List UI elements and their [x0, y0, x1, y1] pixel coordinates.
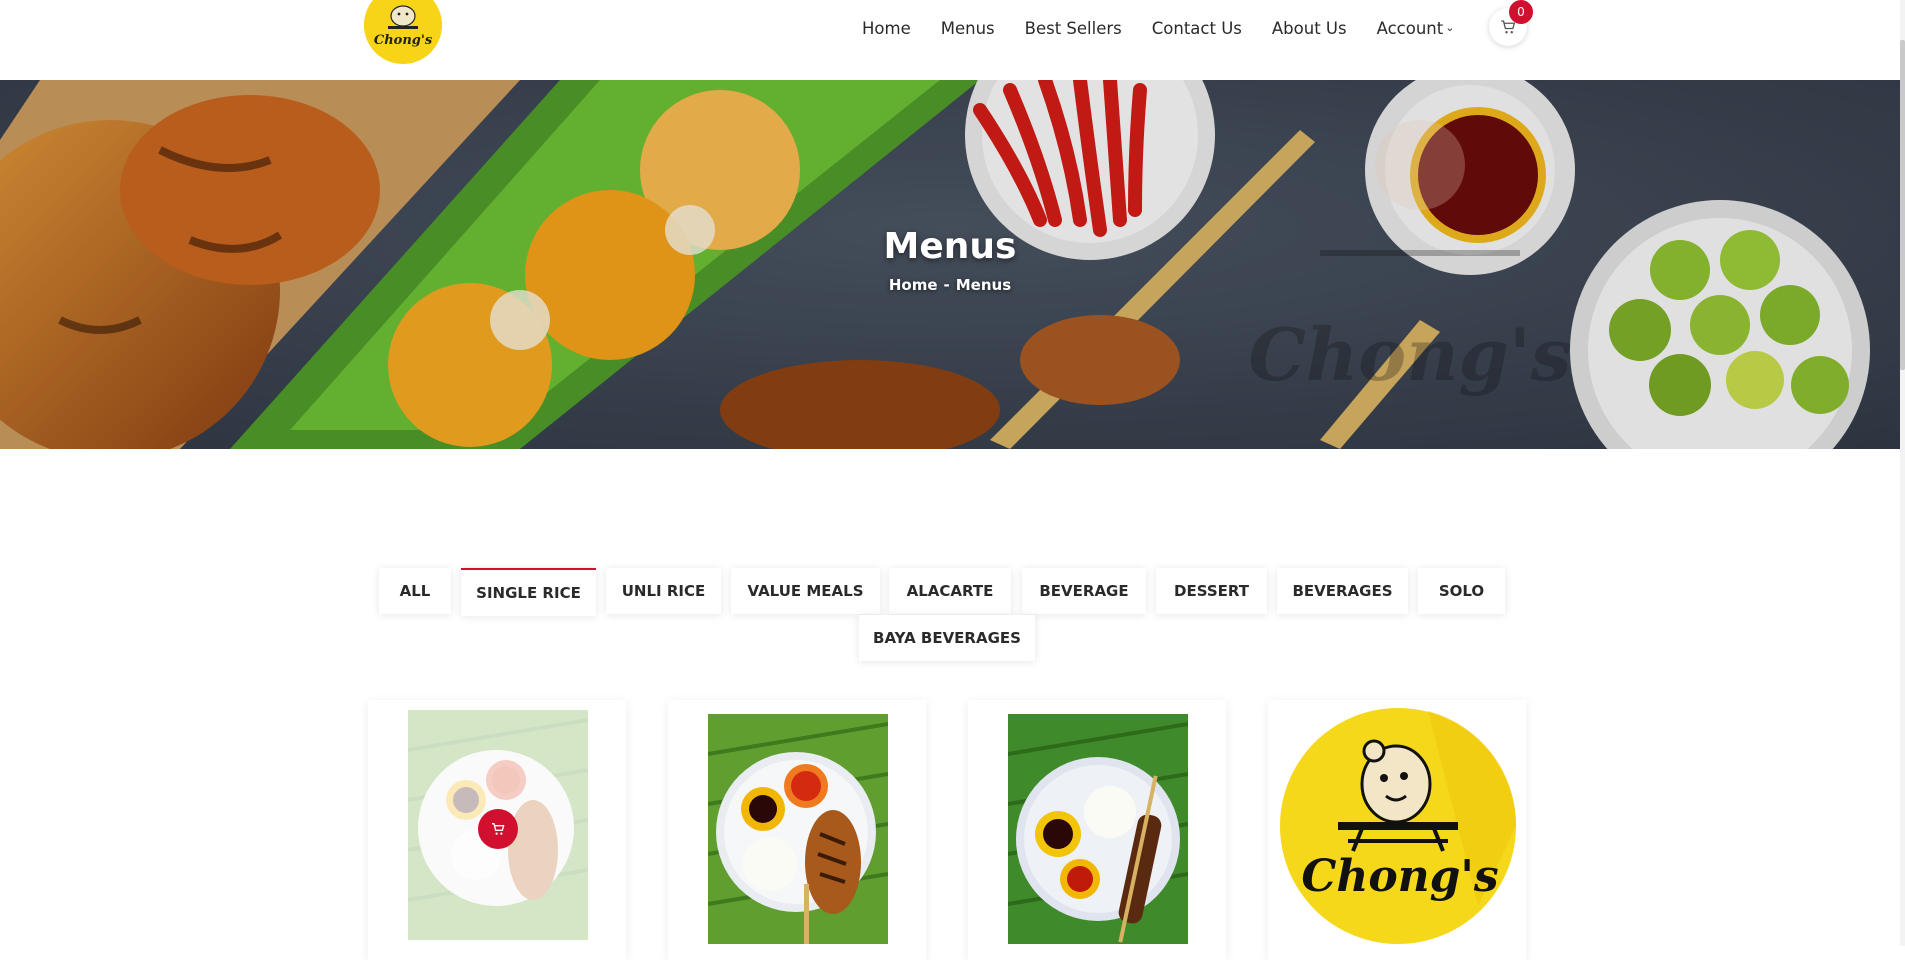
site-header: Chong's Home Menus Best Sellers Contact … [0, 0, 1905, 80]
cart-count-badge: 0 [1509, 0, 1533, 24]
page-title: Menus [883, 226, 1017, 267]
add-to-cart-button[interactable] [478, 809, 518, 849]
filter-tab-solo[interactable]: SOLO [1418, 568, 1505, 614]
brand-logo[interactable]: Chong's [364, 0, 442, 64]
nav-account-dropdown[interactable]: Account ⌄ [1377, 19, 1455, 38]
account-label: Account [1376, 18, 1444, 38]
nav-home[interactable]: Home [862, 19, 911, 38]
filter-tab-unli-rice[interactable]: UNLI RICE [606, 568, 721, 614]
chongs-logo-text: Chong's [1301, 851, 1498, 902]
page-scrollbar[interactable] [1900, 0, 1905, 946]
chevron-down-icon: ⌄ [1445, 20, 1455, 34]
nav-about-us[interactable]: About Us [1272, 19, 1347, 38]
filter-tab-baya-beverages[interactable]: BAYA BEVERAGES [859, 615, 1035, 661]
svg-text:Chong's: Chong's [374, 33, 433, 48]
filter-tab-single-rice[interactable]: SINGLE RICE [461, 568, 596, 616]
nav-menus[interactable]: Menus [941, 19, 995, 38]
breadcrumb-separator: - [943, 276, 950, 294]
breadcrumb: Home - Menus [0, 276, 1900, 294]
chongs-logo-image[interactable]: Chong's [1278, 706, 1518, 946]
nav-contact-us[interactable]: Contact Us [1152, 19, 1242, 38]
filter-tab-all[interactable]: ALL [379, 568, 451, 614]
breadcrumb-home-link[interactable]: Home [889, 276, 938, 294]
menu-item-image[interactable] [708, 714, 888, 944]
menu-card[interactable]: Chong's [1268, 700, 1526, 960]
menu-card[interactable] [968, 700, 1226, 960]
main-nav: Home Menus Best Sellers Contact Us About… [862, 14, 1488, 42]
filter-tab-alacarte[interactable]: ALACARTE [889, 568, 1011, 614]
filter-tab-beverage[interactable]: BEVERAGE [1022, 568, 1146, 614]
filter-tab-beverages[interactable]: BEVERAGES [1277, 568, 1408, 614]
cart-icon [492, 823, 505, 835]
breadcrumb-current: Menus [955, 276, 1012, 294]
filter-tab-dessert[interactable]: DESSERT [1156, 568, 1267, 614]
scrollbar-thumb[interactable] [1900, 40, 1905, 370]
filter-tab-value-meals[interactable]: VALUE MEALS [731, 568, 880, 614]
hero-banner: Chong's Menus Home - Menus [0, 80, 1900, 449]
nav-best-sellers[interactable]: Best Sellers [1025, 19, 1122, 38]
menu-item-image[interactable] [1008, 714, 1188, 944]
menu-card[interactable] [668, 700, 926, 960]
